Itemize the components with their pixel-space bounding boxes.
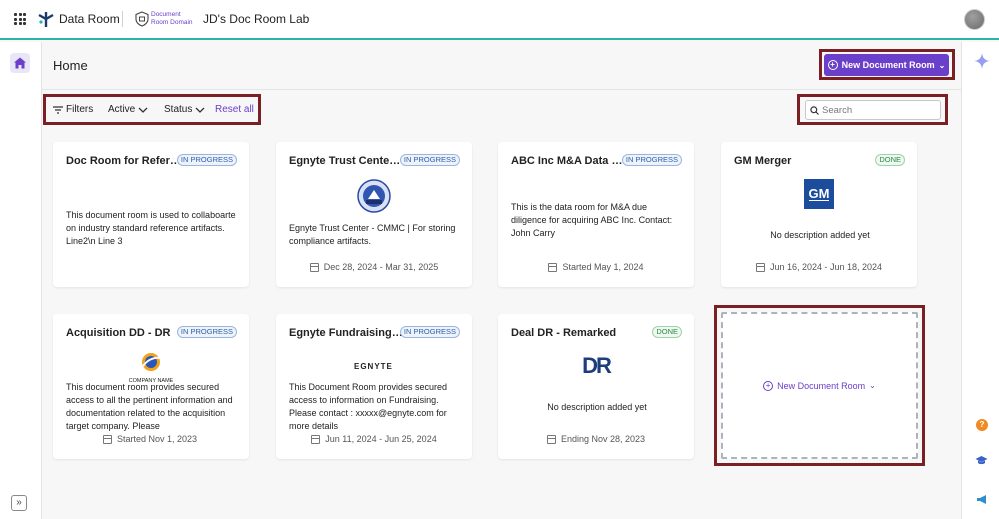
domain-label: Document Room Domain: [151, 11, 193, 26]
card-description: This document room provides secured acce…: [66, 382, 233, 431]
status-badge: IN PROGRESS: [399, 154, 460, 166]
ai-sparkle-icon[interactable]: [974, 53, 990, 69]
chevron-down-icon: ⌄: [869, 381, 876, 390]
new-card-label: New Document Room: [777, 380, 866, 391]
card-date: Jun 11, 2024 - Jun 25, 2024: [276, 434, 472, 444]
card-description: No description added yet: [770, 230, 870, 240]
status-badge: DONE: [875, 154, 905, 166]
calendar-icon: [311, 434, 321, 444]
left-rail: »: [0, 42, 42, 519]
card-title: Egnyte Trust Center ...: [289, 155, 404, 167]
calendar-icon: [309, 262, 319, 272]
egnyte-logo: EGNYTE: [354, 362, 393, 371]
card-title: Doc Room for Refere...: [66, 155, 181, 167]
shield-icon: [135, 11, 149, 27]
chevron-down-icon: ⌄: [938, 60, 946, 70]
new-room-label: New Document Room: [841, 60, 935, 70]
status-dropdown[interactable]: Status: [164, 104, 205, 115]
graduation-cap-icon[interactable]: [975, 455, 988, 466]
company-logo: COMPANY NAME: [128, 351, 174, 384]
divider: [42, 89, 961, 90]
card-date: Jun 16, 2024 - Jun 18, 2024: [721, 262, 917, 272]
room-title: JD's Doc Room Lab: [203, 12, 310, 26]
announcement-icon[interactable]: [976, 494, 988, 505]
new-document-room-button[interactable]: + New Document Room ⌄: [824, 54, 949, 76]
document-room-card[interactable]: GM Merger DONE GM No description added y…: [721, 142, 917, 287]
status-badge: IN PROGRESS: [176, 154, 237, 166]
app-name[interactable]: Data Room: [59, 12, 120, 26]
home-button[interactable]: [10, 53, 30, 73]
cmmc-badge-logo: [357, 179, 391, 213]
calendar-icon: [548, 262, 558, 272]
card-title: GM Merger: [734, 155, 792, 167]
card-date: Dec 28, 2024 - Mar 31, 2025: [276, 262, 472, 272]
status-label: Status: [164, 104, 193, 115]
avatar[interactable]: [964, 9, 985, 30]
chevron-down-icon: [138, 107, 148, 113]
document-room-card[interactable]: ABC Inc M&A Data R... IN PROGRESS This i…: [498, 142, 694, 287]
plus-icon: +: [827, 60, 838, 70]
calendar-icon: [103, 434, 112, 444]
top-bar: Data Room Document Room Domain JD's Doc …: [0, 0, 999, 40]
search-input[interactable]: [822, 103, 937, 117]
status-badge: IN PROGRESS: [176, 326, 237, 338]
dr-logo: DR: [573, 351, 619, 381]
card-date: Started Nov 1, 2023: [53, 434, 249, 444]
card-description: This Document Room provides secured acce…: [289, 382, 448, 431]
chevron-down-icon: [195, 107, 205, 113]
document-room-card[interactable]: Egnyte Trust Center ... IN PROGRESS Egny…: [276, 142, 472, 287]
filters-label: Filters: [66, 104, 94, 115]
help-icon[interactable]: ?: [976, 419, 988, 431]
card-date: Started May 1, 2024: [498, 262, 694, 272]
card-title: Acquisition DD - DR: [66, 327, 171, 339]
data-room-logo-icon: [38, 12, 54, 27]
card-description: Egnyte Trust Center - CMMC | For storing…: [289, 223, 456, 246]
card-title: Deal DR - Remarked: [511, 327, 617, 339]
document-room-card[interactable]: Acquisition DD - DR IN PROGRESS COMPANY …: [53, 314, 249, 459]
active-dropdown[interactable]: Active: [108, 104, 148, 115]
active-label: Active: [108, 104, 136, 115]
card-title: Egnyte Fundraising D...: [289, 327, 404, 339]
new-document-room-card[interactable]: + New Document Room ⌄: [721, 312, 918, 459]
search-box[interactable]: [805, 100, 941, 120]
reset-all-link[interactable]: Reset all: [215, 104, 254, 115]
page-title: Home: [53, 58, 88, 73]
filter-icon: [53, 105, 63, 114]
company-swoosh-icon: [142, 353, 162, 371]
expand-sidebar-button[interactable]: »: [11, 495, 27, 511]
status-badge: IN PROGRESS: [399, 326, 460, 338]
app-grid-icon[interactable]: [14, 13, 26, 25]
card-date: Ending Nov 28, 2023: [498, 434, 694, 444]
card-description: This document room is used to collaboart…: [66, 210, 236, 246]
document-room-card[interactable]: Egnyte Fundraising D... IN PROGRESS EGNY…: [276, 314, 472, 459]
calendar-icon: [755, 262, 765, 272]
divider: [122, 11, 123, 27]
card-title: ABC Inc M&A Data R...: [511, 155, 626, 167]
status-badge: IN PROGRESS: [621, 154, 682, 166]
filters-button[interactable]: Filters: [53, 104, 93, 115]
card-description: No description added yet: [547, 402, 647, 412]
gm-logo: GM: [804, 179, 834, 209]
calendar-icon: [546, 434, 556, 444]
status-badge: DONE: [652, 326, 682, 338]
card-description: This is the data room for M&A due dilige…: [511, 202, 673, 238]
document-room-card[interactable]: Deal DR - Remarked DONE DR No descriptio…: [498, 314, 694, 459]
home-icon: [14, 57, 26, 69]
document-room-card[interactable]: Doc Room for Refere... IN PROGRESS This …: [53, 142, 249, 287]
right-rail: ?: [961, 42, 999, 519]
search-icon: [810, 106, 819, 115]
plus-icon: +: [763, 380, 774, 391]
